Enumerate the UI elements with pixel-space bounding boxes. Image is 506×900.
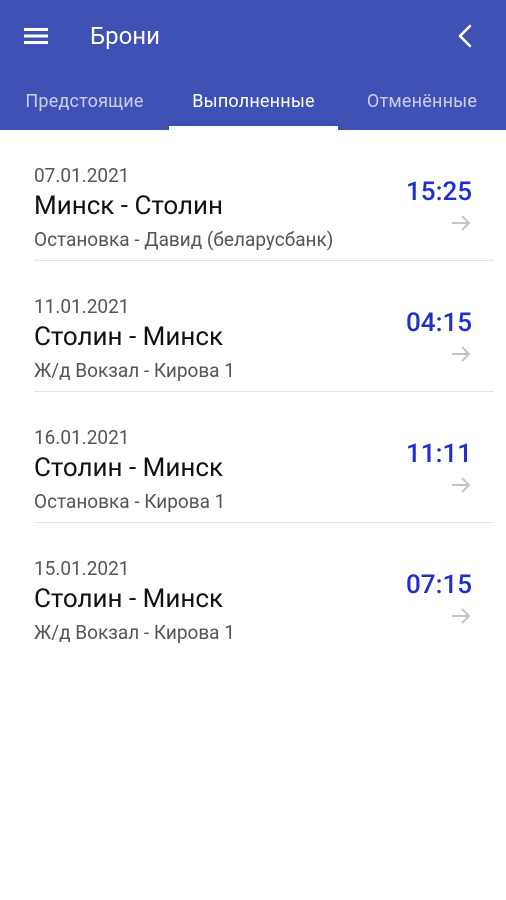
booking-stops: Остановка - Кирова 1 [34,490,226,513]
booking-time: 07:15 [406,570,472,600]
booking-date: 07.01.2021 [34,164,130,187]
booking-stops: Остановка - Давид (беларусбанк) [34,228,334,251]
booking-route: Минск - Столин [34,191,223,221]
booking-route: Столин - Минск [34,453,223,483]
bookings-list: 07.01.2021 Минск - Столин Остановка - Да… [0,130,506,654]
app-bar: Брони Предстоящие Выполненные Отменённые [0,0,506,130]
booking-stops: Ж/д Вокзал - Кирова 1 [34,359,235,382]
booking-date: 11.01.2021 [34,295,130,318]
booking-route: Столин - Минск [34,584,223,614]
toolbar: Брони [0,0,506,72]
booking-stops: Ж/д Вокзал - Кирова 1 [34,621,235,644]
booking-date: 15.01.2021 [34,557,130,580]
booking-item[interactable]: 15.01.2021 Столин - Минск Ж/д Вокзал - К… [0,523,506,654]
booking-route: Столин - Минск [34,322,223,352]
tab-bar: Предстоящие Выполненные Отменённые [0,72,506,130]
booking-time: 04:15 [406,308,472,338]
booking-item[interactable]: 07.01.2021 Минск - Столин Остановка - Да… [0,130,506,261]
booking-item[interactable]: 16.01.2021 Столин - Минск Остановка - Ки… [0,392,506,523]
arrow-right-icon [452,215,471,231]
arrow-right-icon [452,346,471,362]
arrow-right-icon [452,608,471,624]
booking-time: 11:11 [406,439,472,469]
menu-button[interactable] [14,14,58,58]
booking-date: 16.01.2021 [34,426,130,449]
booking-item[interactable]: 11.01.2021 Столин - Минск Ж/д Вокзал - К… [0,261,506,392]
tab-completed[interactable]: Выполненные [169,72,338,130]
tab-cancelled[interactable]: Отменённые [338,72,506,130]
menu-icon [24,28,48,44]
arrow-right-icon [452,477,471,493]
page-title: Брони [90,22,160,50]
tab-upcoming[interactable]: Предстоящие [0,72,169,130]
back-button[interactable] [444,14,488,58]
chevron-left-icon [458,24,472,48]
booking-time: 15:25 [406,177,472,207]
